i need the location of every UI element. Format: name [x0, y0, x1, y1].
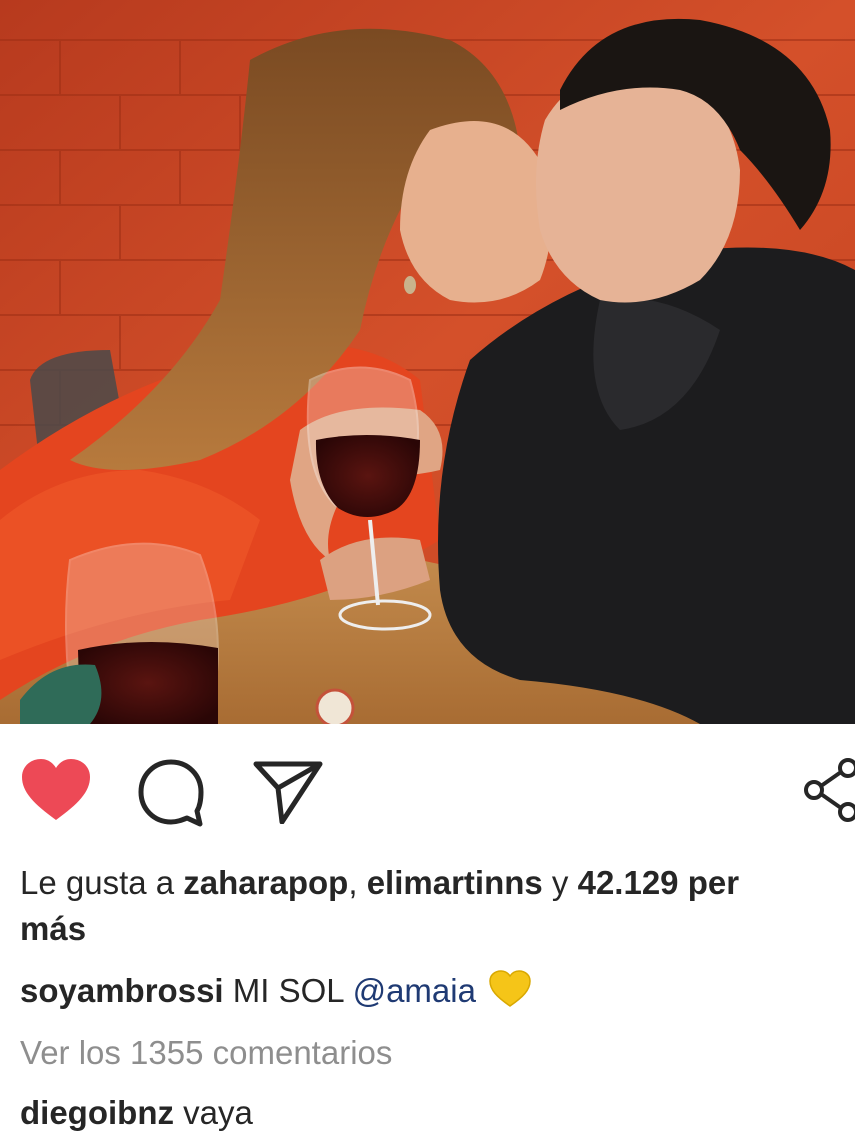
heart-filled-icon[interactable]: [20, 758, 92, 822]
view-all-comments-link[interactable]: Ver los 1355 comentarios: [20, 1033, 392, 1073]
caption-mention[interactable]: @amaia: [353, 972, 476, 1009]
likes-summary: Le gusta a zaharapop, elimartinns y 42.1…: [20, 863, 739, 903]
post-photo[interactable]: [0, 0, 855, 724]
likes-separator: ,: [348, 864, 358, 901]
comment-item: diegoibnz vaya: [20, 1093, 253, 1133]
yellow-heart-icon: [489, 970, 531, 1007]
likes-count[interactable]: 42.129 per: [578, 864, 739, 901]
likes-prefix: Le gusta a: [20, 864, 175, 901]
post-caption: soyambrossi MI SOL @amaia: [20, 970, 531, 1011]
likes-conjunction: y: [551, 864, 569, 901]
comment-username[interactable]: diegoibnz: [20, 1094, 174, 1131]
caption-text: MI SOL: [232, 972, 344, 1009]
caption-username[interactable]: soyambrossi: [20, 972, 224, 1009]
comment-text: vaya: [183, 1094, 253, 1131]
speech-bubble-icon[interactable]: [136, 758, 206, 828]
action-bar: [0, 724, 855, 854]
photo-illustration: [0, 0, 855, 724]
liker-username-1[interactable]: zaharapop: [183, 864, 348, 901]
instagram-post: Le gusta a zaharapop, elimartinns y 42.1…: [0, 0, 855, 1140]
likes-more[interactable]: más: [20, 909, 86, 949]
share-nodes-icon[interactable]: [800, 758, 855, 822]
paper-plane-icon[interactable]: [252, 760, 324, 824]
liker-username-2[interactable]: elimartinns: [367, 864, 543, 901]
